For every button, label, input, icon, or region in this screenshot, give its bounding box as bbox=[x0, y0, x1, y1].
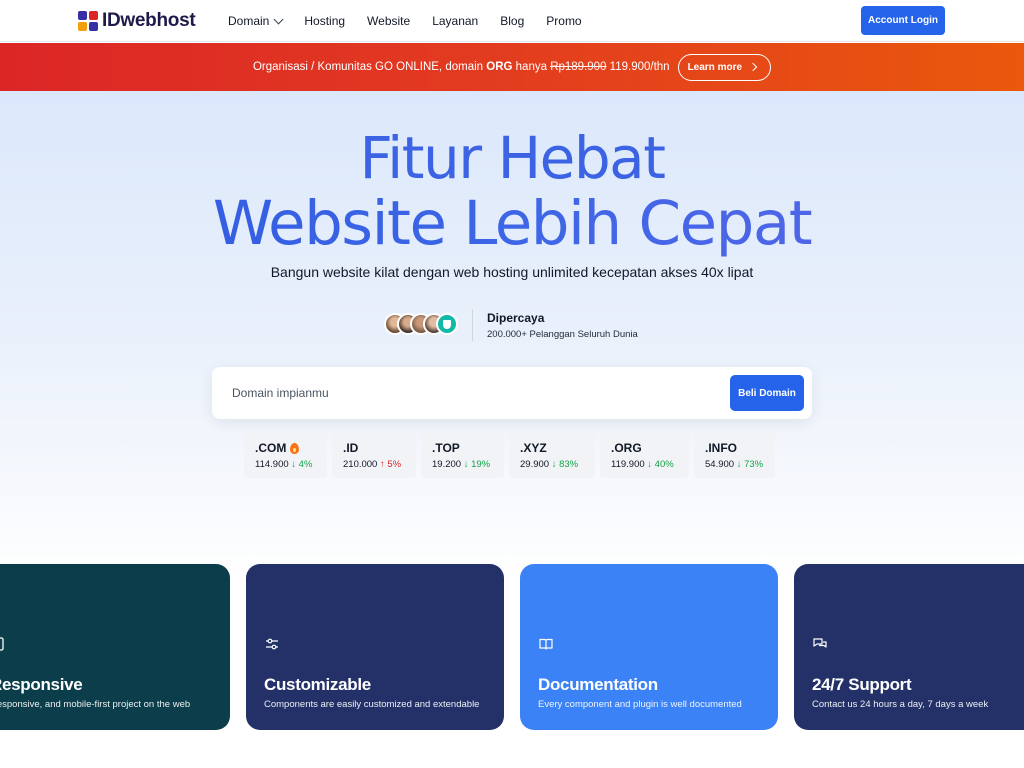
tld-change: 19% bbox=[471, 459, 491, 470]
hero-title-line1: Fitur Hebat bbox=[359, 124, 666, 192]
account-login-button[interactable]: Account Login bbox=[861, 6, 945, 35]
hero-subtitle: Bangun website kilat dengan web hosting … bbox=[270, 264, 754, 280]
arrow-down-icon: ↓ bbox=[463, 459, 469, 470]
feature-title: 24/7 Support bbox=[812, 675, 912, 694]
chevron-down-icon bbox=[273, 14, 284, 24]
sliders-icon bbox=[266, 638, 278, 650]
arrow-down-icon: ↓ bbox=[647, 459, 653, 470]
tld-price: 114.900 bbox=[255, 459, 289, 470]
top-navbar: IDwebhost Domain Hosting Website Layanan… bbox=[0, 0, 1024, 42]
feature-description: Contact us 24 hours a day, 7 days a week bbox=[812, 699, 989, 710]
domain-search-input[interactable] bbox=[212, 367, 730, 419]
customer-avatars bbox=[384, 313, 460, 337]
feature-card-customizable[interactable]: Customizable Components are easily custo… bbox=[246, 564, 504, 730]
tld-price: 29.900 bbox=[520, 459, 550, 470]
tld-card-info[interactable]: .INFO 54.900 ↓ 73% bbox=[694, 432, 775, 478]
nav-blog[interactable]: Blog bbox=[500, 14, 524, 28]
promo-new-price: 119.900/thn bbox=[606, 61, 670, 73]
promo-text: Organisasi / Komunitas GO ONLINE, domain… bbox=[252, 61, 670, 73]
divider bbox=[472, 309, 473, 341]
tld-change: 73% bbox=[744, 459, 764, 470]
promo-highlight: ORG bbox=[486, 61, 513, 73]
book-icon bbox=[539, 638, 553, 650]
nav-promo[interactable]: Promo bbox=[546, 14, 581, 28]
feature-description: Responsive, and mobile-first project on … bbox=[0, 699, 191, 710]
tablet-icon bbox=[0, 637, 4, 651]
tld-change: 4% bbox=[298, 459, 313, 470]
trust-title: Dipercaya bbox=[487, 310, 545, 325]
buy-domain-button[interactable]: Beli Domain bbox=[730, 375, 804, 411]
feature-card-support[interactable]: 24/7 Support Contact us 24 hours a day, … bbox=[794, 564, 1024, 730]
tld-card-xyz[interactable]: .XYZ 29.900 ↓ 83% bbox=[509, 432, 595, 478]
hero-section: Fitur Hebat Website Lebih Cepat Bangun w… bbox=[0, 91, 1024, 768]
feature-card-documentation[interactable]: Documentation Every component and plugin… bbox=[520, 564, 778, 730]
trust-subtitle: 200.000+ Pelanggan Seluruh Dunia bbox=[487, 328, 638, 340]
chevron-right-icon bbox=[748, 62, 758, 72]
tld-change: 83% bbox=[559, 459, 579, 470]
tld-card-top[interactable]: .TOP 19.200 ↓ 19% bbox=[421, 432, 504, 478]
domain-search-box: Beli Domain bbox=[212, 367, 812, 419]
arrow-up-icon: ↑ bbox=[379, 459, 385, 470]
feature-title: Responsive bbox=[0, 675, 83, 694]
tld-price: 54.900 bbox=[705, 459, 735, 470]
feature-description: Every component and plugin is well docum… bbox=[538, 699, 742, 710]
tld-card-id[interactable]: .ID 210.000 ↑ 5% bbox=[332, 432, 416, 478]
tld-card-org[interactable]: .ORG 119.900 ↓ 40% bbox=[600, 432, 689, 478]
tld-price: 119.900 bbox=[611, 459, 645, 470]
trust-badge: Dipercaya 200.000+ Pelanggan Seluruh Dun… bbox=[384, 309, 638, 341]
nav-hosting[interactable]: Hosting bbox=[304, 14, 345, 28]
feature-title: Documentation bbox=[538, 675, 658, 694]
promo-banner: Organisasi / Komunitas GO ONLINE, domain… bbox=[0, 43, 1024, 91]
shield-check-icon bbox=[436, 313, 458, 335]
chat-icon bbox=[813, 638, 827, 648]
fire-icon bbox=[290, 442, 300, 454]
nav-layanan[interactable]: Layanan bbox=[432, 14, 478, 28]
tld-price: 210.000 bbox=[343, 459, 378, 470]
tld-price-list: .COM 114.900 ↓ 4% .ID 210.000 ↑ 5% .TOP … bbox=[244, 432, 775, 478]
tld-card-com[interactable]: .COM 114.900 ↓ 4% bbox=[244, 432, 327, 478]
learn-more-button[interactable]: Learn more bbox=[677, 53, 772, 81]
logo-mark-icon bbox=[78, 11, 98, 31]
brand-name: IDwebhost bbox=[102, 10, 196, 31]
main-menu: Domain Hosting Website Layanan Blog Prom… bbox=[228, 0, 582, 42]
tld-change: 5% bbox=[387, 459, 402, 470]
arrow-down-icon: ↓ bbox=[551, 459, 557, 470]
tld-change: 40% bbox=[654, 459, 674, 470]
arrow-down-icon: ↓ bbox=[736, 459, 742, 470]
feature-card-responsive[interactable]: Responsive Responsive, and mobile-first … bbox=[0, 564, 230, 730]
nav-domain[interactable]: Domain bbox=[228, 14, 284, 28]
arrow-down-icon: ↓ bbox=[291, 459, 297, 470]
feature-title: Customizable bbox=[264, 675, 371, 694]
trust-text: Dipercaya 200.000+ Pelanggan Seluruh Dun… bbox=[487, 311, 638, 340]
feature-description: Components are easily customized and ext… bbox=[264, 699, 480, 710]
promo-old-price: Rp189.900 bbox=[550, 61, 607, 73]
brand-logo[interactable]: IDwebhost bbox=[78, 9, 196, 33]
hero-title-line2: Website Lebih Cepat bbox=[0, 191, 1024, 257]
nav-website[interactable]: Website bbox=[367, 14, 410, 28]
tld-price: 19.200 bbox=[432, 459, 462, 470]
